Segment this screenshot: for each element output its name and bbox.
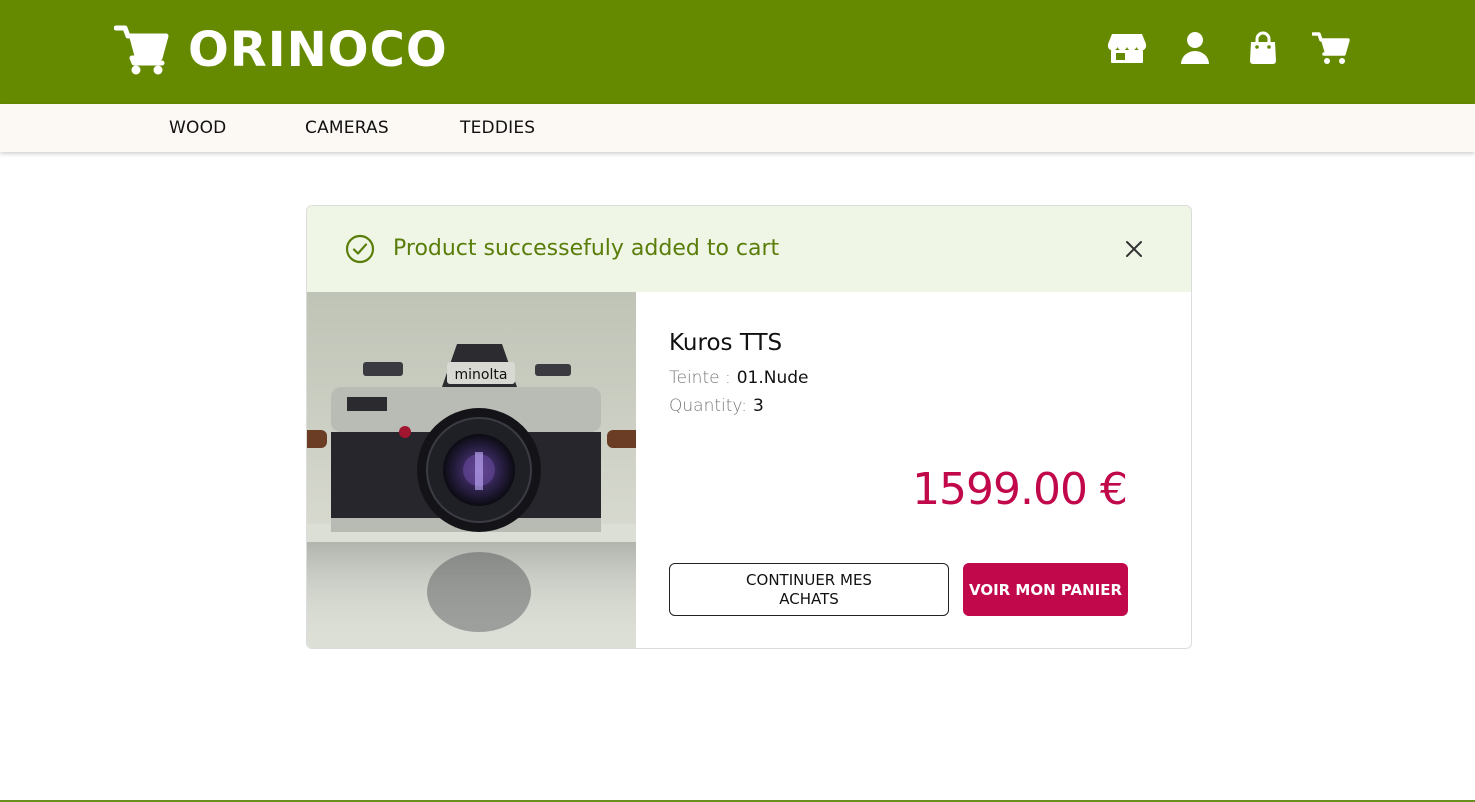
nav-item-teddies[interactable]: TEDDIES bbox=[460, 118, 535, 138]
success-message: Product successefuly added to cart bbox=[393, 236, 780, 261]
cart-logo-icon bbox=[114, 25, 169, 75]
brand-name: ORINOCO bbox=[188, 22, 448, 78]
continue-shopping-button[interactable]: CONTINUER MES ACHATS bbox=[669, 563, 949, 616]
header-icons bbox=[1108, 30, 1350, 66]
product-price: 1599.00 € bbox=[912, 464, 1128, 515]
nav-item-wood[interactable]: WOOD bbox=[169, 118, 226, 138]
nav-item-cameras[interactable]: CAMERAS bbox=[305, 118, 389, 138]
product-image: minolta bbox=[307, 292, 636, 648]
tint-label: Teinte : bbox=[669, 368, 731, 388]
camera-brand-label: minolta bbox=[455, 367, 508, 383]
store-icon[interactable] bbox=[1108, 30, 1146, 66]
quantity-label: Quantity: bbox=[669, 396, 747, 416]
product-quantity: Quantity: 3 bbox=[669, 396, 764, 416]
quantity-value: 3 bbox=[752, 396, 764, 416]
user-icon[interactable] bbox=[1176, 30, 1214, 66]
category-nav: WOOD CAMERAS TEDDIES bbox=[0, 104, 1475, 152]
shopping-bag-icon[interactable] bbox=[1244, 30, 1282, 66]
check-circle-icon bbox=[345, 234, 375, 264]
close-icon[interactable] bbox=[1123, 238, 1145, 260]
brand-logo[interactable]: ORINOCO bbox=[114, 22, 448, 78]
product-name: Kuros TTS bbox=[669, 330, 783, 356]
success-banner: Product successefuly added to cart bbox=[307, 206, 1191, 292]
top-header: ORINOCO bbox=[0, 0, 1475, 104]
cart-icon[interactable] bbox=[1312, 30, 1350, 66]
tint-value: 01.Nude bbox=[736, 368, 809, 388]
product-tint: Teinte :01.Nude bbox=[669, 368, 809, 388]
view-cart-button[interactable]: VOIR MON PANIER bbox=[963, 563, 1128, 616]
add-to-cart-modal: Product successefuly added to cart minol… bbox=[306, 205, 1192, 649]
